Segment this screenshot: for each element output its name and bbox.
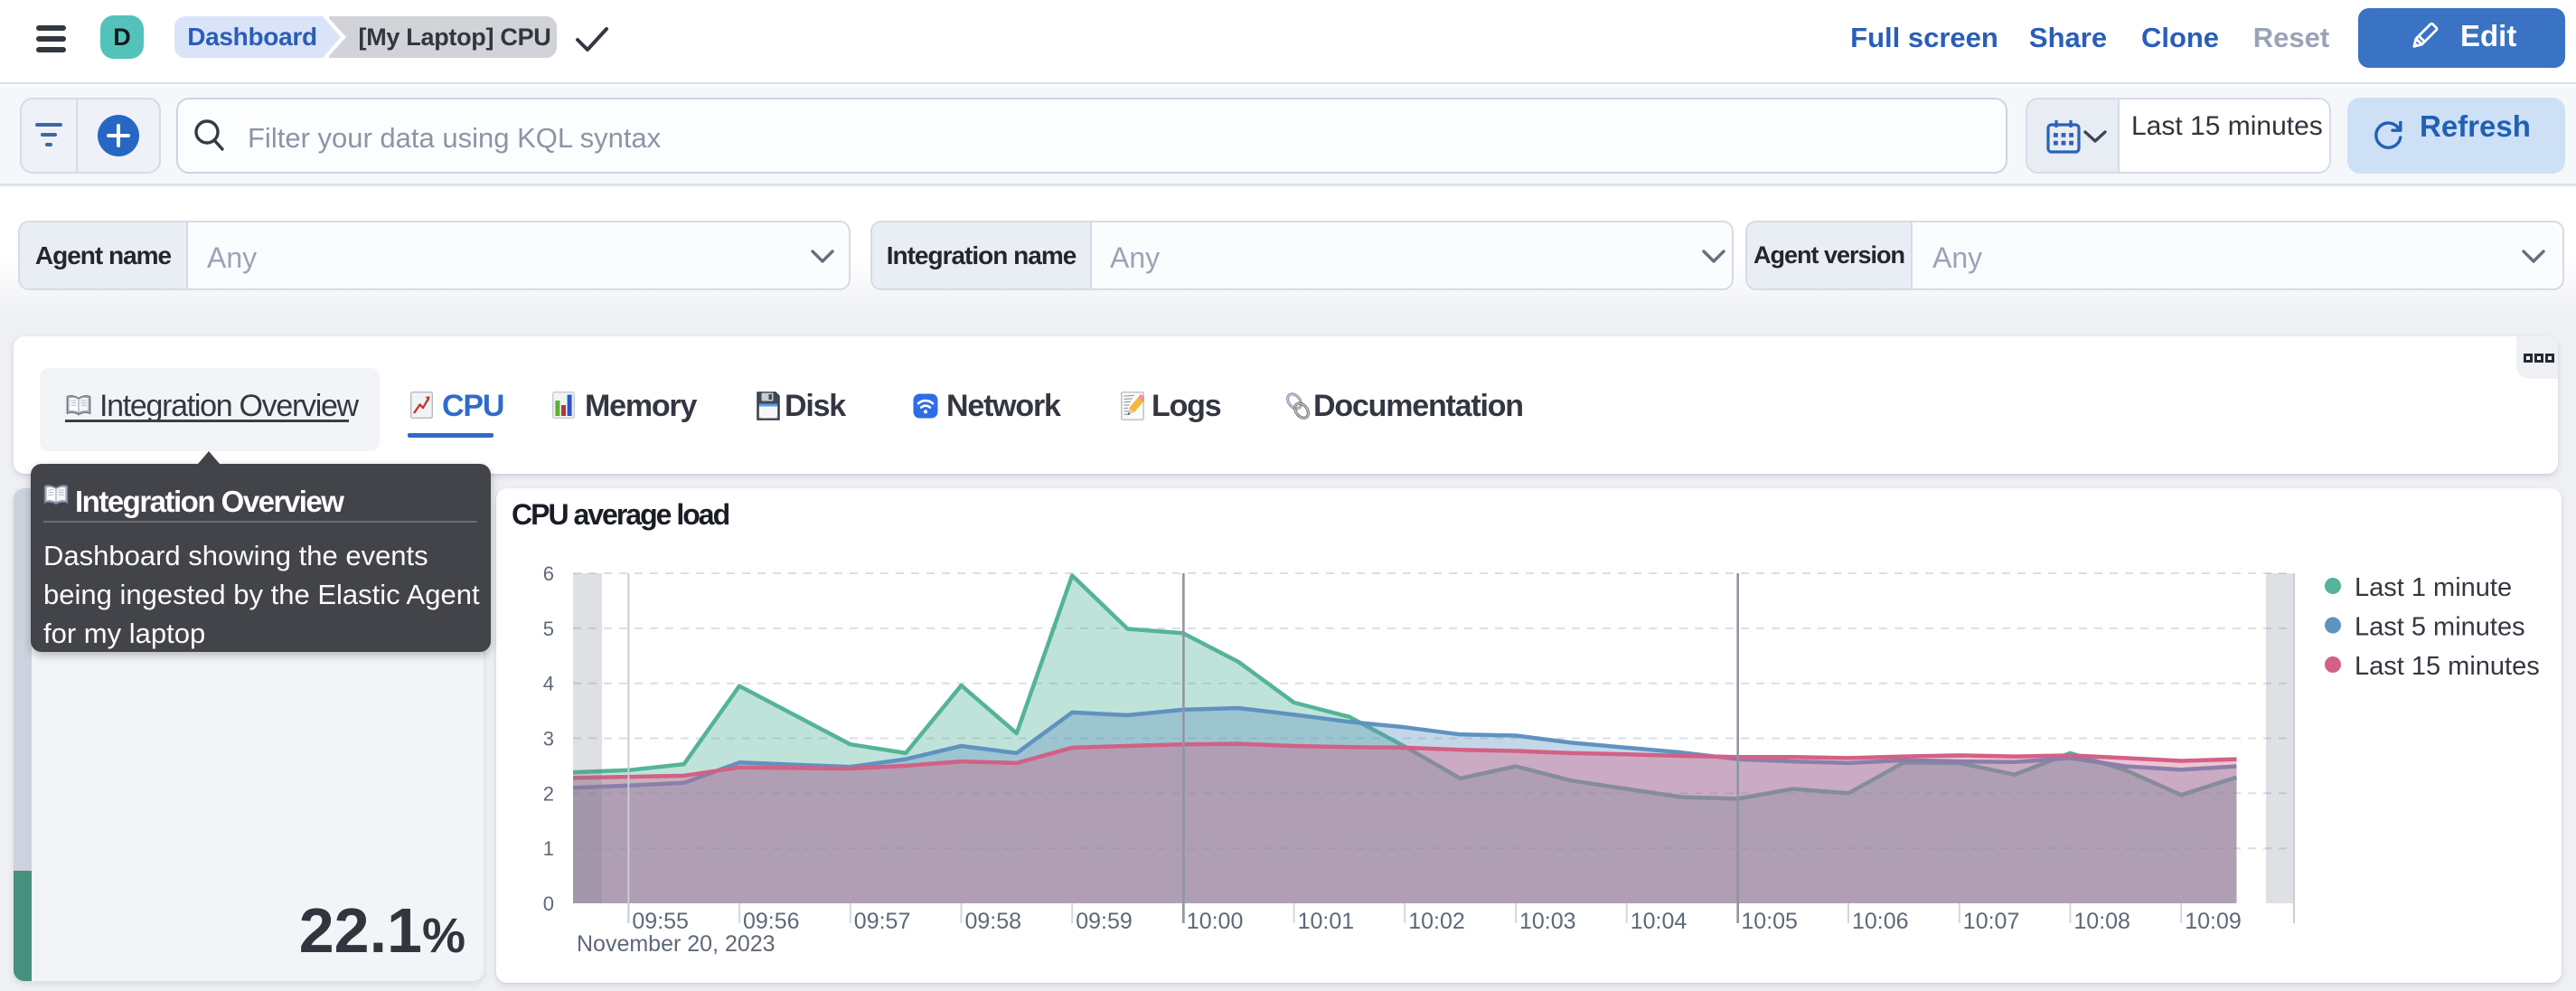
svg-text:1: 1 bbox=[543, 837, 554, 860]
svg-text:5: 5 bbox=[543, 618, 554, 640]
svg-text:10:07: 10:07 bbox=[1963, 909, 2020, 934]
svg-text:2: 2 bbox=[543, 782, 554, 805]
svg-text:0: 0 bbox=[543, 892, 554, 915]
svg-text:6: 6 bbox=[543, 562, 554, 585]
svg-text:3: 3 bbox=[543, 728, 554, 750]
svg-text:10:09: 10:09 bbox=[2185, 909, 2242, 934]
svg-text:09:55: 09:55 bbox=[632, 909, 689, 934]
svg-text:09:59: 09:59 bbox=[1076, 909, 1133, 934]
svg-text:10:02: 10:02 bbox=[1408, 909, 1465, 934]
svg-text:Last 1 minute: Last 1 minute bbox=[2355, 573, 2512, 602]
svg-text:4: 4 bbox=[543, 673, 554, 695]
svg-text:09:57: 09:57 bbox=[854, 909, 911, 934]
svg-text:Last 5 minutes: Last 5 minutes bbox=[2355, 613, 2525, 642]
svg-text:10:05: 10:05 bbox=[1741, 909, 1798, 934]
svg-text:10:04: 10:04 bbox=[1631, 909, 1688, 934]
svg-text:09:56: 09:56 bbox=[743, 909, 800, 934]
svg-text:10:03: 10:03 bbox=[1519, 909, 1576, 934]
svg-text:10:08: 10:08 bbox=[2073, 909, 2130, 934]
svg-text:10:01: 10:01 bbox=[1298, 909, 1355, 934]
svg-text:09:58: 09:58 bbox=[965, 909, 1022, 934]
svg-text:10:00: 10:00 bbox=[1187, 909, 1244, 934]
svg-text:Last 15 minutes: Last 15 minutes bbox=[2355, 652, 2540, 681]
svg-text:November 20, 2023: November 20, 2023 bbox=[577, 931, 776, 957]
svg-text:10:06: 10:06 bbox=[1852, 909, 1909, 934]
